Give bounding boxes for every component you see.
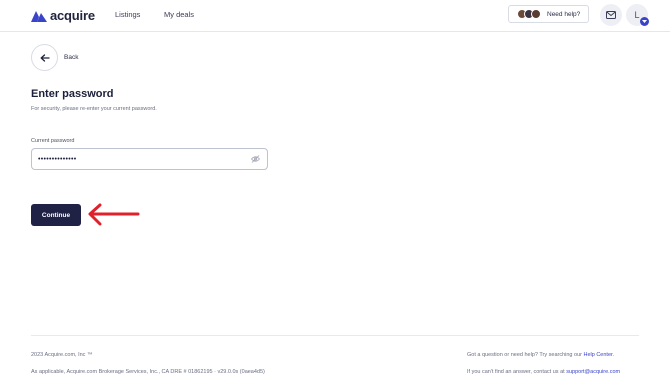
footer-divider: [31, 335, 639, 336]
current-password-field[interactable]: ••••••••••••••: [31, 148, 268, 170]
acquire-logo-icon: [31, 10, 47, 22]
help-center-link[interactable]: Help Center: [584, 352, 613, 358]
need-help-label: Need help?: [547, 10, 581, 18]
support-avatars: [517, 9, 541, 19]
top-navbar: acquire Listings My deals Need help? L: [0, 0, 670, 32]
back-label[interactable]: Back: [64, 54, 78, 61]
back-button[interactable]: [31, 44, 58, 71]
continue-button[interactable]: Continue: [31, 204, 81, 226]
avatar: [531, 9, 541, 19]
footer-copyright: 2023 Acquire.com, Inc ™: [31, 352, 93, 358]
footer-help-text: Got a question or need help? Try searchi…: [467, 352, 582, 358]
nav-listings[interactable]: Listings: [115, 10, 140, 19]
footer-legal: As applicable, Acquire.com Brokerage Ser…: [31, 369, 265, 375]
nav-my-deals[interactable]: My deals: [164, 10, 194, 19]
current-password-label: Current password: [31, 138, 75, 144]
page: acquire Listings My deals Need help? L B…: [0, 0, 670, 382]
chevron-down-icon: [640, 17, 649, 26]
logo-text: acquire: [50, 8, 95, 23]
red-arrow-left-icon: [88, 203, 140, 226]
eye-off-icon[interactable]: [251, 155, 260, 163]
messages-button[interactable]: [600, 4, 622, 26]
page-subtitle: For security, please re-enter your curre…: [31, 106, 157, 112]
user-menu-button[interactable]: L: [626, 4, 649, 26]
mail-icon: [606, 11, 616, 19]
page-title: Enter password: [31, 88, 114, 100]
user-initial: L: [634, 10, 640, 20]
footer-contact: If you can't find an answer, contact us …: [467, 369, 620, 375]
current-password-value: ••••••••••••••: [38, 155, 77, 163]
need-help-button[interactable]: Need help?: [508, 5, 589, 23]
footer-help: Got a question or need help? Try searchi…: [467, 352, 615, 358]
logo[interactable]: acquire: [31, 8, 95, 23]
arrow-left-icon: [40, 53, 50, 62]
footer-contact-text: If you can't find an answer, contact us …: [467, 369, 565, 375]
support-email-link[interactable]: support@acquire.com: [566, 369, 620, 375]
